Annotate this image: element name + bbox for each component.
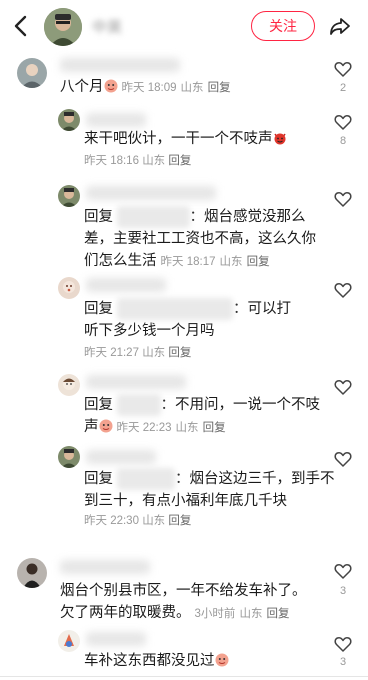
comment-location: 山东 <box>142 347 166 359</box>
comment-time: 昨天 18:17 <box>160 256 216 268</box>
comment-3: 回复 某某某某某：烟台感觉没那么 差，主要社工工资也不高，这么久你 们怎么生活 … <box>0 180 368 270</box>
commenter-avatar[interactable] <box>58 630 80 652</box>
commenter-name[interactable] <box>60 560 150 574</box>
reply-button[interactable]: 回复 <box>168 515 191 527</box>
share-icon[interactable] <box>328 14 352 38</box>
like-heart-icon[interactable] <box>333 449 353 469</box>
comment-location: 山东 <box>142 155 166 167</box>
comment-7: 烟台个别县市区，一年不给发车补了。 欠了两年的取暖费。 3小时前 山东 回复 3 <box>0 552 368 624</box>
like-count: 8 <box>339 135 347 147</box>
comment-text: 烟台个别县市区，一年不给发车补了。 欠了两年的取暖费。 3小时前 山东 回复 <box>60 583 307 621</box>
like-heart-icon[interactable] <box>333 561 353 581</box>
commenter-avatar[interactable] <box>17 558 47 588</box>
author-name[interactable]: 中昊 <box>92 16 122 36</box>
comment-time: 昨天 18:16 <box>84 155 139 167</box>
back-arrow-icon[interactable] <box>10 14 32 38</box>
comment-5: 回复 某某某：不用问，一说一个不吱 声 昨天 22:23 山东 回复 <box>0 370 368 440</box>
comment-text: 来干吧伙计，一干一个不吱声 <box>84 128 334 150</box>
comment-location: 山东 <box>219 256 243 268</box>
reply-button[interactable]: 回复 <box>168 347 191 359</box>
commenter-name[interactable] <box>86 278 166 292</box>
like-count: 3 <box>339 656 347 668</box>
comment-text: 车补这东西都没见过 <box>84 650 334 672</box>
follow-button[interactable]: 关注 <box>251 11 315 41</box>
commenter-name[interactable] <box>86 450 156 464</box>
comment-location: 山东 <box>175 422 199 434</box>
commenter-name[interactable] <box>86 186 216 200</box>
commenter-name[interactable] <box>86 632 146 646</box>
reply-button[interactable]: 回复 <box>208 82 231 94</box>
like-heart-icon[interactable] <box>333 280 353 300</box>
reply-button[interactable]: 回复 <box>203 422 226 434</box>
commenter-avatar[interactable] <box>58 109 80 131</box>
comment-2: 来干吧伙计，一干一个不吱声 昨天 18:16 山东 回复 8 <box>0 104 368 174</box>
bottom-divider <box>0 676 368 677</box>
comment-text: 回复 某某某某某某某某：可以打 听下多少钱一个月吗 <box>84 298 339 342</box>
comment-text: 回复 某某某某：烟台这边三千，到手不 到三十，有点小福利年底几千块 <box>84 468 339 512</box>
commenter-name[interactable] <box>86 113 146 127</box>
commenter-name[interactable] <box>86 375 186 389</box>
top-bar: 中昊 关注 <box>0 0 368 52</box>
comment-time: 昨天 21:27 <box>84 347 139 359</box>
smirk-emoji-icon <box>215 653 228 667</box>
replied-user-name[interactable]: 某某某某某某某某 <box>117 298 234 320</box>
commenter-avatar[interactable] <box>58 446 80 468</box>
comment-1: 八个月 昨天 18:09 山东 回复 2 <box>0 52 368 102</box>
devil-emoji-icon <box>273 133 286 145</box>
reply-button[interactable]: 回复 <box>247 256 270 268</box>
commenter-avatar[interactable] <box>17 58 47 88</box>
replied-user-name[interactable]: 某某某某 <box>117 468 176 490</box>
like-count: 3 <box>339 585 347 597</box>
smirk-emoji-icon <box>104 79 117 93</box>
author-avatar[interactable] <box>44 8 82 46</box>
comment-time: 昨天 22:30 <box>84 515 139 527</box>
reply-button[interactable]: 回复 <box>267 608 290 620</box>
comment-time: 昨天 22:23 <box>116 422 172 434</box>
comment-location: 山东 <box>180 82 204 94</box>
like-heart-icon[interactable] <box>333 377 353 397</box>
comment-meta: 昨天 22:30 山东 回复 <box>84 510 191 532</box>
reply-button[interactable]: 回复 <box>168 155 191 167</box>
replied-user-name[interactable]: 某某某 <box>117 394 161 416</box>
comment-6: 回复 某某某某：烟台这边三千，到手不 到三十，有点小福利年底几千块 昨天 22:… <box>0 442 368 532</box>
like-heart-icon[interactable] <box>333 189 353 209</box>
like-count: 2 <box>339 82 347 94</box>
replied-user-name[interactable]: 某某某某某 <box>117 206 190 228</box>
comment-meta: 昨天 18:16 山东 回复 <box>84 150 191 172</box>
comment-8: 车补这东西都没见过 3 <box>0 626 368 676</box>
commenter-name[interactable] <box>60 58 180 72</box>
comment-meta: 昨天 21:27 山东 回复 <box>84 342 191 364</box>
commenter-avatar[interactable] <box>58 277 80 299</box>
comment-text: 回复 某某某：不用问，一说一个不吱 声 昨天 22:23 山东 回复 <box>84 394 339 439</box>
comment-location: 山东 <box>239 608 263 620</box>
commenter-avatar[interactable] <box>58 185 80 207</box>
commenter-avatar[interactable] <box>58 374 80 396</box>
comment-text: 回复 某某某某某：烟台感觉没那么 差，主要社工工资也不高，这么久你 们怎么生活 … <box>84 206 339 273</box>
like-heart-icon[interactable] <box>333 59 353 79</box>
comment-4: 回复 某某某某某某某某：可以打 听下多少钱一个月吗 昨天 21:27 山东 回复 <box>0 272 368 360</box>
comment-time: 3小时前 <box>194 608 236 620</box>
smirk-emoji-icon <box>99 419 112 433</box>
comment-time: 昨天 18:09 <box>121 82 177 94</box>
like-heart-icon[interactable] <box>333 634 353 654</box>
comment-text: 八个月 昨天 18:09 山东 回复 <box>60 79 231 95</box>
like-heart-icon[interactable] <box>333 112 353 132</box>
comment-location: 山东 <box>142 515 166 527</box>
